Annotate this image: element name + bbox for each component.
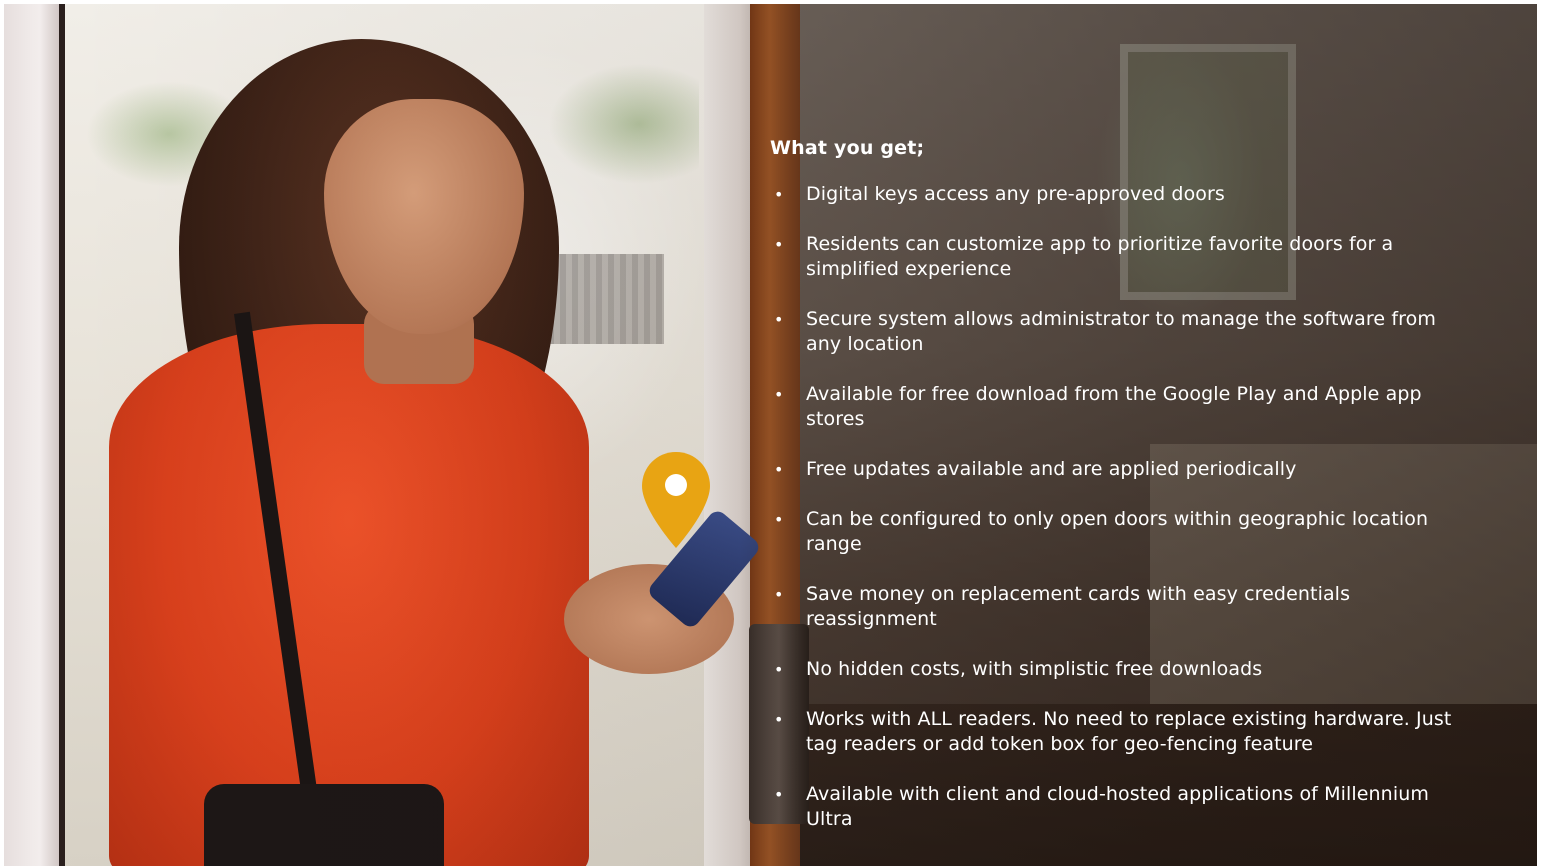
feature-text: Can be configured to only open doors wit… (806, 508, 1429, 555)
feature-panel: What you get; • Digital keys access any p… (770, 134, 1470, 857)
feature-item: • Free updates available and are applied … (770, 457, 1470, 482)
bullet-icon: • (774, 310, 784, 329)
feature-text: Residents can customize app to prioritiz… (806, 233, 1394, 280)
bullet-icon: • (774, 785, 784, 804)
bullet-icon: • (774, 660, 784, 679)
bullet-icon: • (774, 385, 784, 404)
bullet-icon: • (774, 510, 784, 529)
feature-text: Save money on replacement cards with eas… (806, 583, 1351, 630)
feature-text: Secure system allows administrator to ma… (806, 308, 1436, 355)
bullet-icon: • (774, 460, 784, 479)
feature-item: • Residents can customize app to prioriti… (770, 232, 1470, 282)
feature-item: • Digital keys access any pre-approved do… (770, 182, 1470, 207)
feature-item: • No hidden costs, with simplistic free d… (770, 657, 1470, 682)
bullet-icon: • (774, 235, 784, 254)
feature-list: • Digital keys access any pre-approved do… (770, 182, 1470, 832)
feature-item: • Available with client and cloud-hosted … (770, 782, 1470, 832)
bullet-icon: • (774, 710, 784, 729)
slide: What you get; • Digital keys access any p… (4, 4, 1537, 866)
feature-text: Digital keys access any pre-approved doo… (806, 183, 1225, 205)
bullet-icon: • (774, 185, 784, 204)
feature-text: No hidden costs, with simplistic free do… (806, 658, 1263, 680)
feature-text: Free updates available and are applied p… (806, 458, 1297, 480)
feature-item: • Available for free download from the Go… (770, 382, 1470, 432)
bullet-icon: • (774, 585, 784, 604)
feature-text: Available with client and cloud-hosted a… (806, 783, 1429, 830)
feature-text: Works with ALL readers. No need to repla… (806, 708, 1452, 755)
feature-item: • Save money on replacement cards with ea… (770, 582, 1470, 632)
panel-heading: What you get; (770, 137, 925, 159)
feature-item: • Works with ALL readers. No need to repl… (770, 707, 1470, 757)
feature-text: Available for free download from the Goo… (806, 383, 1422, 430)
location-pin-icon (642, 452, 710, 548)
feature-item: • Can be configured to only open doors wi… (770, 507, 1470, 557)
feature-item: • Secure system allows administrator to m… (770, 307, 1470, 357)
